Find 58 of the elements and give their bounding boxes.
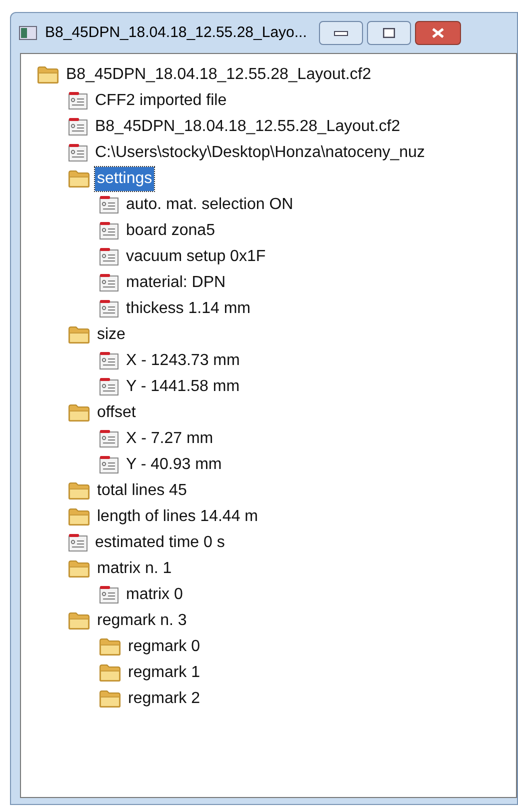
tree-item[interactable]: total lines 45 [95,479,189,503]
document-icon [99,299,119,319]
document-icon [99,455,119,475]
tree-item[interactable]: X - 1243.73 mm [124,349,242,373]
tree-item[interactable]: settings [95,167,154,191]
tree-item[interactable]: estimated time 0 s [93,531,227,555]
tree-item[interactable]: size [95,323,128,347]
tree-item[interactable]: board zona5 [124,219,217,243]
document-icon [99,273,119,293]
tree-item[interactable]: regmark 0 [126,635,202,659]
tree-item[interactable]: B8_45DPN_18.04.18_12.55.28_Layout.cf2 [93,115,402,139]
tree-item[interactable]: vacuum setup 0x1F [124,245,268,269]
maximize-icon [382,28,395,38]
document-icon [99,429,119,449]
tree-item[interactable]: offset [95,401,138,425]
document-icon [99,221,119,241]
folder-icon [99,638,121,656]
tree-item[interactable]: material: DPN [124,271,228,295]
folder-icon [68,404,90,422]
document-icon [99,585,119,605]
document-icon [68,533,88,553]
tree-item[interactable]: length of lines 14.44 m [95,505,260,529]
folder-icon [68,326,90,344]
document-icon [68,117,88,137]
folder-icon [37,66,59,84]
close-icon [432,28,444,38]
tree-item[interactable]: thickess 1.14 mm [124,297,252,321]
folder-icon [68,482,90,500]
tree-item[interactable]: regmark n. 3 [95,609,189,633]
document-icon [99,247,119,267]
close-button[interactable] [414,21,461,45]
folder-icon [68,612,90,630]
folder-icon [99,690,121,708]
tree-item[interactable]: CFF2 imported file [93,89,229,113]
minimize-button[interactable] [318,21,363,45]
tree-item[interactable]: Y - 40.93 mm [124,453,224,477]
folder-icon [68,508,90,526]
document-icon [99,351,119,371]
tree-item[interactable]: regmark 1 [126,661,202,685]
minimize-icon [334,30,348,36]
tree-item[interactable]: C:\Users\stocky\Desktop\Honza\natoceny_nuz [93,141,427,165]
document-icon [68,143,88,163]
document-icon [99,377,119,397]
tree-item[interactable]: Y - 1441.58 mm [124,375,242,399]
folder-icon [68,170,90,188]
document-icon [68,91,88,111]
maximize-button[interactable] [366,21,411,45]
app-icon [19,26,37,40]
tree-item[interactable]: matrix 0 [124,583,185,607]
window-title: B8_45DPN_18.04.18_12.55.28_Layo... [45,22,307,43]
folder-icon [68,560,90,578]
folder-icon [99,664,121,682]
tree-item[interactable]: auto. mat. selection ON [124,193,296,217]
tree-item[interactable]: X - 7.27 mm [124,427,216,451]
document-icon [99,195,119,215]
tree-item[interactable]: B8_45DPN_18.04.18_12.55.28_Layout.cf2 [64,63,374,87]
tree-item[interactable]: regmark 2 [126,687,202,711]
tree-item[interactable]: matrix n. 1 [95,557,174,581]
